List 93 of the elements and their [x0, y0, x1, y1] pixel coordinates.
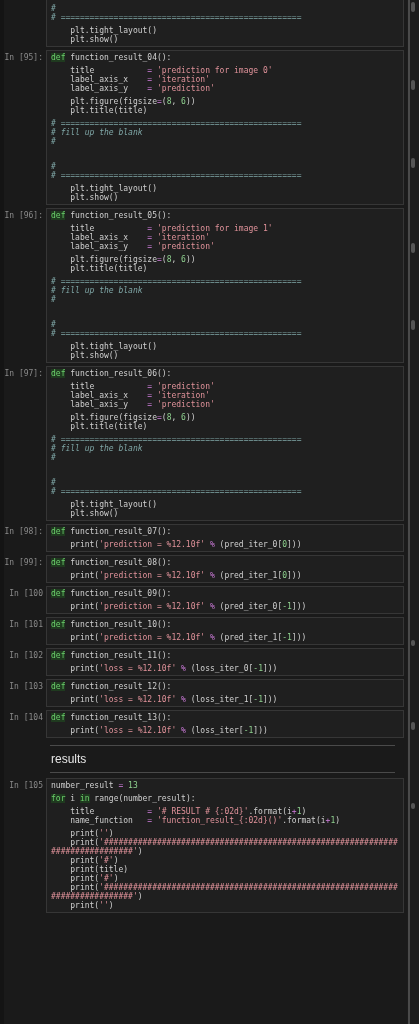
- code-line: # ==================================================: [51, 277, 303, 286]
- code-line: plt.figure(figsize=(8, 6)): [69, 255, 197, 264]
- code-line: print(title): [69, 865, 130, 874]
- code-line: label_axis_x = 'iteration': [69, 233, 210, 242]
- code-line: #: [51, 137, 57, 146]
- code-line: # ==================================================: [51, 13, 303, 22]
- code-line: # ==================================================: [51, 171, 303, 180]
- input-prompt: In [99]:: [4, 558, 43, 567]
- code-line: def function_result_11():: [51, 651, 173, 660]
- code-line: # fill up the blank: [51, 128, 144, 137]
- code-line: name_function = 'function_result_{:02d}()'.format(i+1): [69, 816, 342, 825]
- code-line: plt.show(): [69, 35, 119, 44]
- input-prompt: In [95]:: [4, 53, 43, 62]
- code-line: plt.title(title): [69, 422, 148, 431]
- code-line: #: [51, 320, 57, 329]
- code-line: # ==================================================: [51, 329, 303, 338]
- code-line: label_axis_y = 'prediction': [69, 84, 216, 93]
- code-line: def function_result_04():: [51, 53, 173, 62]
- code-line: plt.figure(figsize=(8, 6)): [69, 413, 197, 422]
- code-line: plt.tight_layout(): [69, 342, 158, 351]
- code-line: # ==================================================: [51, 487, 303, 496]
- code-line: plt.show(): [69, 193, 119, 202]
- code-line: #: [51, 478, 57, 487]
- section-heading: results: [50, 751, 88, 768]
- input-prompt: In [102: [9, 651, 43, 660]
- code-line: plt.show(): [69, 509, 119, 518]
- code-line: print('prediction = %12.10f' % (pred_iter_0[0])): [69, 540, 303, 549]
- code-cell[interactable]: [46, 50, 404, 205]
- code-line: label_axis_x = 'iteration': [69, 391, 210, 400]
- code-line: plt.tight_layout(): [69, 26, 158, 35]
- code-line: print(''): [69, 901, 115, 910]
- code-line: print('#'): [70, 874, 119, 883]
- code-line: number_result = 13: [51, 781, 139, 790]
- code-line: print('loss = %12.10f' % (loss_iter[-1])): [69, 726, 269, 735]
- input-prompt: In [96]:: [4, 211, 43, 220]
- code-cell[interactable]: def function_result_09(): print('prediction = %12.10f' % (pred_iter_0[-1])): [46, 586, 404, 614]
- code-line: # fill up the blank: [51, 286, 144, 295]
- code-line: #: [51, 453, 57, 462]
- code-cell[interactable]: [46, 778, 404, 913]
- code-cell[interactable]: [46, 366, 404, 521]
- code-line: label_axis_y = 'prediction': [69, 400, 216, 409]
- code-line: title = 'prediction for image 0': [69, 66, 274, 75]
- code-line: # fill up the blank: [51, 444, 144, 453]
- code-line: title = 'prediction for image 1': [69, 224, 274, 233]
- code-line: plt.tight_layout(): [69, 500, 158, 509]
- code-line: print('#'): [69, 856, 119, 865]
- code-cell[interactable]: def function_result_11(): print('loss = %12.10f' % (loss_iter_0[-1])): [46, 648, 404, 676]
- code-line: def function_result_08():: [51, 558, 173, 567]
- input-prompt: In [101: [9, 620, 43, 629]
- code-line: #: [51, 4, 57, 13]
- code-line: def function_result_07():: [51, 527, 173, 536]
- scrollbar[interactable]: [408, 0, 416, 1024]
- input-prompt: In [105: [9, 781, 43, 790]
- code-line: title = 'prediction': [69, 382, 216, 391]
- code-line: print('prediction = %12.10f' % (pred_iter_1[0])): [69, 571, 303, 580]
- code-line: print('prediction = %12.10f' % (pred_iter_1[-1])): [69, 633, 308, 642]
- code-line: for i in range(number_result):: [51, 794, 197, 803]
- code-line: #: [51, 162, 57, 171]
- code-line: # ==================================================: [51, 119, 303, 128]
- input-prompt: In [103: [9, 682, 43, 691]
- code-line: print('loss = %12.10f' % (loss_iter_0[-1])): [69, 664, 279, 673]
- code-cell[interactable]: def function_result_13(): print('loss = %12.10f' % (loss_iter[-1])): [46, 710, 404, 738]
- code-line: print('##############################################################################'): [51, 838, 399, 856]
- input-prompt: In [98]:: [4, 527, 43, 536]
- code-line: def function_result_10():: [51, 620, 173, 629]
- code-line: title = '# RESULT # {:02d}'.format(i+1): [69, 807, 307, 816]
- code-line: def function_result_06():: [51, 369, 173, 378]
- code-line: def function_result_12():: [51, 682, 173, 691]
- code-line: plt.title(title): [69, 106, 148, 115]
- code-cell[interactable]: def function_result_10(): print('prediction = %12.10f' % (pred_iter_1[-1])): [46, 617, 404, 645]
- code-line: plt.show(): [69, 351, 119, 360]
- code-line: print(''): [70, 829, 114, 838]
- code-line: plt.figure(figsize=(8, 6)): [69, 97, 197, 106]
- code-line: plt.title(title): [69, 264, 148, 273]
- input-prompt: In [100: [9, 589, 43, 598]
- code-cell[interactable]: [46, 208, 404, 363]
- code-line: label_axis_x = 'iteration': [69, 75, 210, 84]
- code-line: plt.tight_layout(): [69, 184, 158, 193]
- code-line: def function_result_05():: [51, 211, 173, 220]
- code-cell[interactable]: def function_result_12(): print('loss = %12.10f' % (loss_iter_1[-1])): [46, 679, 404, 707]
- code-line: # ==================================================: [51, 435, 303, 444]
- code-line: #: [51, 295, 57, 304]
- code-line: def function_result_09():: [51, 589, 173, 598]
- input-prompt: In [97]:: [4, 369, 43, 378]
- input-prompt: In [104: [9, 713, 43, 722]
- code-line: print('##############################################################################'): [51, 883, 399, 901]
- code-cell[interactable]: # # ================================================== plt.tight_layout() plt.show(): [46, 0, 404, 47]
- code-line: print('loss = %12.10f' % (loss_iter_1[-1])): [69, 695, 279, 704]
- code-line: label_axis_y = 'prediction': [69, 242, 216, 251]
- code-cell[interactable]: def function_result_08(): print('prediction = %12.10f' % (pred_iter_1[0])): [46, 555, 404, 583]
- code-line: print('prediction = %12.10f' % (pred_iter_0[-1])): [69, 602, 308, 611]
- code-line: def function_result_13():: [51, 713, 173, 722]
- code-cell[interactable]: def function_result_07(): print('prediction = %12.10f' % (pred_iter_0[0])): [46, 524, 404, 552]
